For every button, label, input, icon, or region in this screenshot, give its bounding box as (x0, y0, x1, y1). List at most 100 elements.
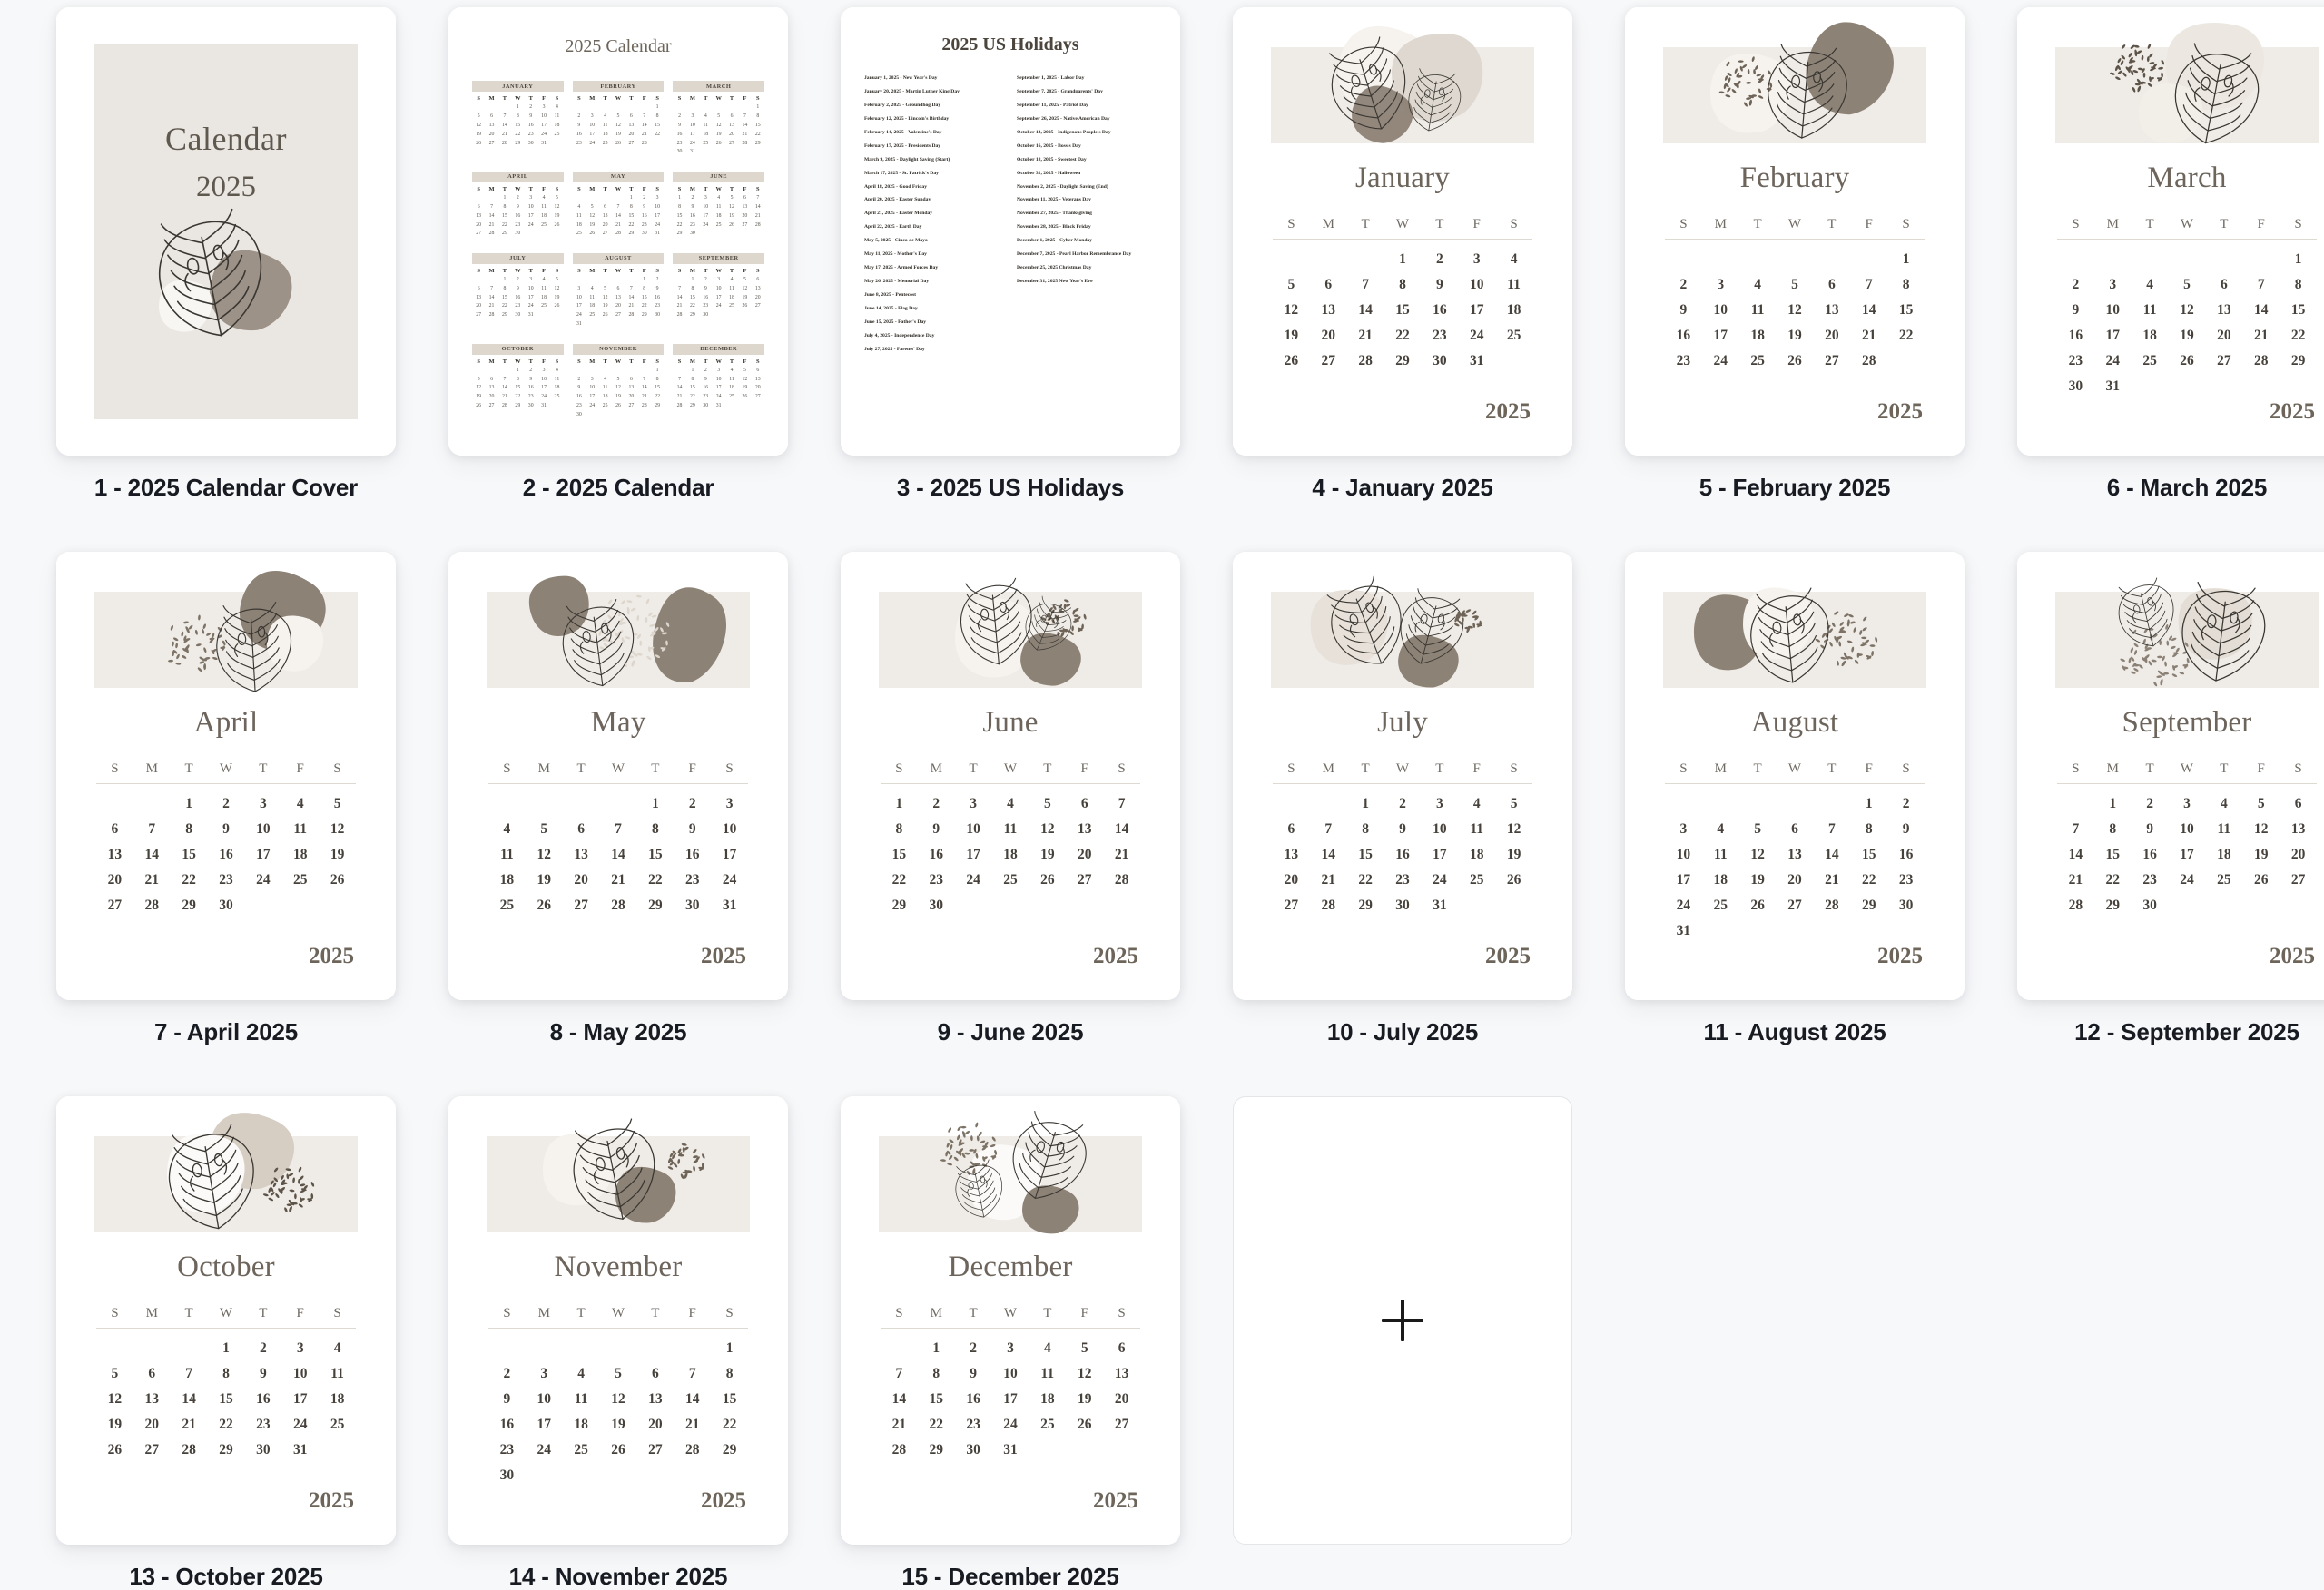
calendar-day[interactable]: 16 (1384, 843, 1422, 868)
calendar-day[interactable]: 24 (711, 869, 748, 893)
calendar-day[interactable]: 30 (488, 1464, 526, 1488)
calendar-day[interactable]: 22 (881, 869, 918, 893)
calendar-day[interactable]: 28 (2242, 349, 2280, 374)
page-thumbnail-11[interactable]: August SMTWTFS 1 2 3 4 5 6 7 8 9 10 11 12 13 14 15 16 17… (1625, 552, 1965, 1000)
calendar-day[interactable]: 20 (636, 1413, 674, 1438)
calendar-day[interactable]: 22 (918, 1413, 955, 1438)
calendar-day[interactable]: 7 (674, 1362, 711, 1387)
calendar-day[interactable]: 10 (1665, 843, 1702, 868)
calendar-day[interactable]: 17 (2169, 843, 2206, 868)
calendar-day[interactable]: 30 (1421, 349, 1458, 374)
calendar-day[interactable]: 5 (1273, 273, 1310, 298)
calendar-day[interactable]: 8 (636, 818, 674, 842)
calendar-day[interactable]: 6 (2205, 273, 2242, 298)
calendar-day[interactable]: 23 (955, 1413, 992, 1438)
calendar-day[interactable]: 12 (96, 1388, 133, 1412)
calendar-day[interactable]: 9 (674, 818, 711, 842)
calendar-day[interactable]: 1 (2280, 248, 2317, 272)
calendar-day[interactable]: 20 (2280, 843, 2317, 868)
calendar-day[interactable]: 11 (1029, 1362, 1066, 1387)
calendar-day[interactable]: 30 (2057, 375, 2094, 399)
calendar-day[interactable]: 23 (1887, 869, 1925, 893)
calendar-day[interactable]: 8 (881, 818, 918, 842)
calendar-day[interactable]: 7 (600, 818, 637, 842)
month-page-july[interactable]: July SMTWTFS 1 2 3 4 5 6 7 8 9 10 11 12 13 14 15 16 17 18… (1233, 552, 1572, 1000)
calendar-day[interactable]: 1 (1887, 248, 1925, 272)
calendar-day[interactable]: 6 (1777, 818, 1814, 842)
calendar-day[interactable]: 25 (281, 869, 319, 893)
calendar-day[interactable]: 21 (674, 1413, 711, 1438)
calendar-day[interactable]: 14 (881, 1388, 918, 1412)
calendar-day[interactable]: 8 (711, 1362, 748, 1387)
page-thumbnail-15[interactable]: December SMTWTFS 1 2 3 4 5 6 7 8 9 10 11 12 13 14 15 16… (841, 1096, 1180, 1545)
calendar-day[interactable]: 14 (1103, 818, 1140, 842)
calendar-day[interactable]: 12 (2169, 299, 2206, 323)
calendar-day[interactable]: 10 (955, 818, 992, 842)
calendar-day[interactable]: 28 (2057, 894, 2094, 918)
page-thumbnail-7[interactable]: April SMTWTFS 1 2 3 4 5 6 7 8 9 10 11 12 13 14 15 16 17 1… (56, 552, 396, 1000)
calendar-day[interactable]: 13 (1273, 843, 1310, 868)
calendar-day[interactable]: 18 (1029, 1388, 1066, 1412)
calendar-day[interactable]: 13 (2205, 299, 2242, 323)
calendar-day[interactable]: 20 (1066, 843, 1103, 868)
add-page-button[interactable] (1233, 1096, 1572, 1545)
calendar-day[interactable]: 25 (1458, 869, 1495, 893)
calendar-day[interactable]: 12 (600, 1388, 637, 1412)
calendar-day[interactable]: 17 (1458, 299, 1495, 323)
calendar-day[interactable]: 26 (1273, 349, 1310, 374)
calendar-day[interactable]: 1 (1850, 792, 1887, 817)
calendar-day[interactable]: 22 (711, 1413, 748, 1438)
calendar-day[interactable]: 24 (1702, 349, 1739, 374)
calendar-day[interactable]: 11 (2132, 299, 2169, 323)
month-page-december[interactable]: December SMTWTFS 1 2 3 4 5 6 7 8 9 10 11 12 13 14 15 16… (841, 1096, 1180, 1545)
calendar-day[interactable]: 10 (526, 1388, 563, 1412)
calendar-day[interactable]: 7 (2057, 818, 2094, 842)
calendar-day[interactable]: 27 (2280, 869, 2317, 893)
calendar-day[interactable]: 17 (1702, 324, 1739, 348)
calendar-day[interactable]: 5 (96, 1362, 133, 1387)
calendar-day[interactable]: 26 (319, 869, 356, 893)
calendar-day[interactable]: 18 (488, 869, 526, 893)
calendar-day[interactable]: 12 (2242, 818, 2280, 842)
calendar-day[interactable]: 10 (244, 818, 281, 842)
page-thumbnail-5[interactable]: February SMTWTFS 1 2 3 4 5 6 7 8 9 10 11 12 13 14 15 16… (1625, 7, 1965, 456)
calendar-day[interactable]: 20 (1777, 869, 1814, 893)
calendar-day[interactable]: 31 (711, 894, 748, 918)
calendar-day[interactable]: 12 (319, 818, 356, 842)
calendar-day[interactable]: 6 (1066, 792, 1103, 817)
calendar-day[interactable]: 6 (1273, 818, 1310, 842)
calendar-day[interactable]: 3 (2169, 792, 2206, 817)
calendar-day[interactable]: 3 (2094, 273, 2132, 298)
calendar-day[interactable]: 3 (281, 1337, 319, 1361)
calendar-day[interactable]: 27 (2205, 349, 2242, 374)
calendar-day[interactable]: 8 (2094, 818, 2132, 842)
page-thumbnail-6[interactable]: March SMTWTFS 1 2 3 4 5 6 7 8 9 10 11 12 13 14 15 16 17 1… (2017, 7, 2324, 456)
calendar-day[interactable]: 12 (1029, 818, 1066, 842)
calendar-day[interactable]: 30 (955, 1438, 992, 1463)
calendar-day[interactable]: 29 (1347, 894, 1384, 918)
calendar-day[interactable]: 11 (1702, 843, 1739, 868)
calendar-day[interactable]: 8 (171, 818, 208, 842)
calendar-day[interactable]: 17 (244, 843, 281, 868)
calendar-day[interactable]: 21 (1347, 324, 1384, 348)
holidays-page[interactable]: 2025 US Holidays January 1, 2025 - New Y… (841, 7, 1180, 456)
calendar-day[interactable]: 13 (563, 843, 600, 868)
calendar-day[interactable]: 1 (636, 792, 674, 817)
calendar-day[interactable]: 16 (488, 1413, 526, 1438)
calendar-day[interactable]: 8 (208, 1362, 245, 1387)
calendar-day[interactable]: 2 (488, 1362, 526, 1387)
calendar-day[interactable]: 27 (96, 894, 133, 918)
calendar-day[interactable]: 21 (1103, 843, 1140, 868)
calendar-day[interactable]: 11 (281, 818, 319, 842)
calendar-day[interactable]: 24 (244, 869, 281, 893)
calendar-day[interactable]: 27 (1777, 894, 1814, 918)
page-thumbnail-3[interactable]: 2025 US Holidays January 1, 2025 - New Y… (841, 7, 1180, 456)
calendar-day[interactable]: 22 (171, 869, 208, 893)
calendar-day[interactable]: 24 (2169, 869, 2206, 893)
calendar-day[interactable]: 9 (488, 1388, 526, 1412)
calendar-day[interactable]: 11 (319, 1362, 356, 1387)
calendar-day[interactable]: 15 (1384, 299, 1422, 323)
calendar-day[interactable]: 8 (1887, 273, 1925, 298)
calendar-day[interactable]: 6 (636, 1362, 674, 1387)
calendar-day[interactable]: 21 (881, 1413, 918, 1438)
